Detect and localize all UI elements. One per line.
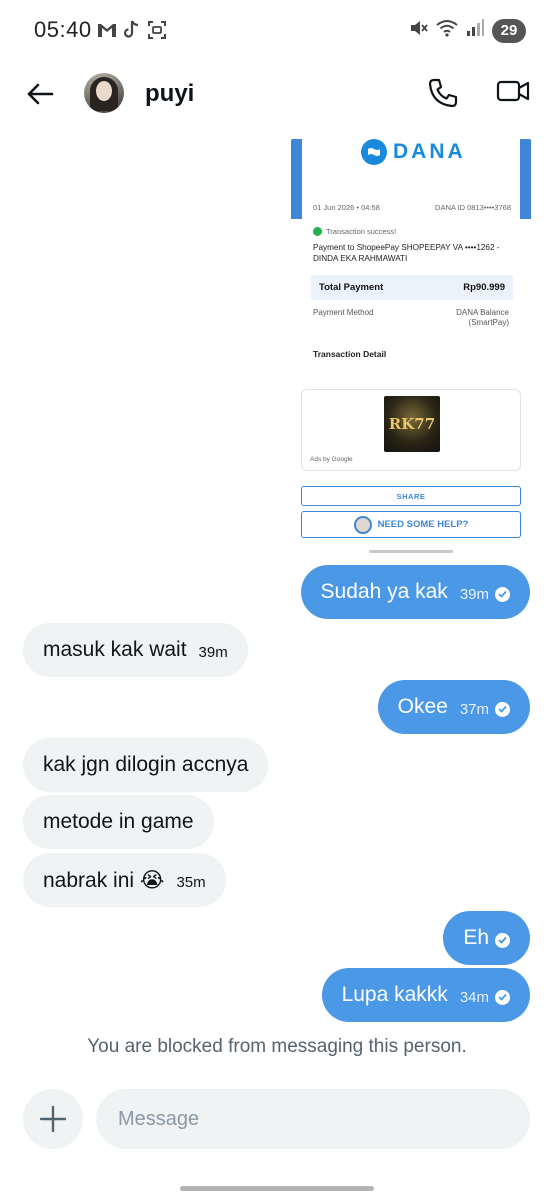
call-button[interactable] <box>426 76 462 112</box>
tiktok-icon <box>123 20 141 45</box>
message-text: Okee <box>397 695 448 718</box>
contact-name[interactable]: puyi <box>145 80 194 108</box>
shared-image-message[interactable]: DANA 01 Jun 2026 • 04:58 DANA ID 0813•••… <box>291 139 531 557</box>
conversation-header: puyi <box>0 62 554 126</box>
read-check-icon <box>495 586 510 602</box>
battery-indicator: 29 <box>492 18 526 43</box>
message-bubble-outgoing[interactable]: Okee 37m <box>377 680 530 734</box>
add-attachment-button[interactable] <box>23 1089 83 1149</box>
read-check-icon <box>495 701 510 717</box>
message-time: 35m <box>176 873 206 891</box>
message-bubble-incoming[interactable]: nabrak ini 😭 35m <box>23 853 226 907</box>
transaction-date: 01 Jun 2026 • 04:58 <box>313 203 380 212</box>
status-time: 05:40 <box>34 17 92 42</box>
dana-logo: DANA <box>361 139 466 165</box>
blocked-notice: You are blocked from messaging this pers… <box>87 1036 467 1057</box>
message-text: Eh <box>463 926 489 949</box>
mute-icon <box>408 18 428 43</box>
gmail-icon <box>97 22 117 43</box>
message-text: metode in game <box>43 810 194 833</box>
dana-id: DANA ID 0813••••3768 <box>435 203 511 212</box>
home-indicator[interactable] <box>180 1186 374 1191</box>
message-bubble-incoming[interactable]: masuk kak wait 39m <box>23 623 248 677</box>
arrow-left-icon <box>27 83 54 105</box>
message-time: 39m <box>198 643 228 661</box>
message-time: 39m <box>459 585 489 603</box>
avatar[interactable] <box>84 73 124 113</box>
wifi-icon <box>436 19 458 42</box>
back-button[interactable] <box>22 76 58 112</box>
message-text: masuk kak wait <box>43 638 187 661</box>
message-time: 34m <box>459 988 489 1006</box>
read-check-icon <box>495 989 510 1005</box>
help-button: NEED SOME HELP? <box>301 511 521 538</box>
transaction-status: Transaction success! <box>326 227 397 236</box>
help-avatar-icon <box>353 515 372 534</box>
plus-icon <box>39 1105 67 1133</box>
transaction-title: Payment to ShopeePay SHOPEEPAY VA ••••12… <box>313 243 500 263</box>
message-text: Sudah ya kak <box>320 580 448 603</box>
ad-label: Ads by Google <box>310 456 353 463</box>
video-call-button[interactable] <box>496 76 532 112</box>
payment-method-row: Payment Method DANA Balance (SmartPay) <box>313 308 509 327</box>
total-payment-value: Rp90.999 <box>463 282 505 293</box>
total-payment-row: Total Payment Rp90.999 <box>311 275 513 300</box>
message-bubble-incoming[interactable]: metode in game <box>23 795 214 849</box>
ad-logo: RK77 <box>384 396 440 452</box>
message-text: kak jgn dilogin accnya <box>43 753 249 776</box>
phone-icon <box>428 78 458 108</box>
video-camera-icon <box>496 80 530 102</box>
message-bubble-outgoing[interactable]: Sudah ya kak 39m <box>300 565 530 619</box>
ad-banner: RK77 Ads by Google <box>301 389 521 471</box>
message-bubble-outgoing[interactable]: Eh <box>443 911 530 965</box>
signal-icon <box>466 19 484 42</box>
message-input[interactable] <box>96 1089 530 1149</box>
success-check-icon <box>313 227 322 236</box>
read-check-icon <box>495 932 510 948</box>
message-bubble-outgoing[interactable]: Lupa kakkk 34m <box>321 968 530 1022</box>
share-button: SHARE <box>301 486 521 506</box>
transaction-detail-row: Transaction Detail <box>313 349 387 359</box>
receipt-card: Transaction success! Payment to ShopeePa… <box>301 221 521 377</box>
message-bubble-incoming[interactable]: kak jgn dilogin accnya <box>23 738 269 792</box>
message-text: Lupa kakkk <box>341 983 448 1006</box>
status-bar: 05:40 29 <box>0 0 554 60</box>
screenshot-icon <box>147 20 167 45</box>
message-time: 37m <box>459 700 489 718</box>
message-text: nabrak ini 😭 <box>43 868 165 892</box>
